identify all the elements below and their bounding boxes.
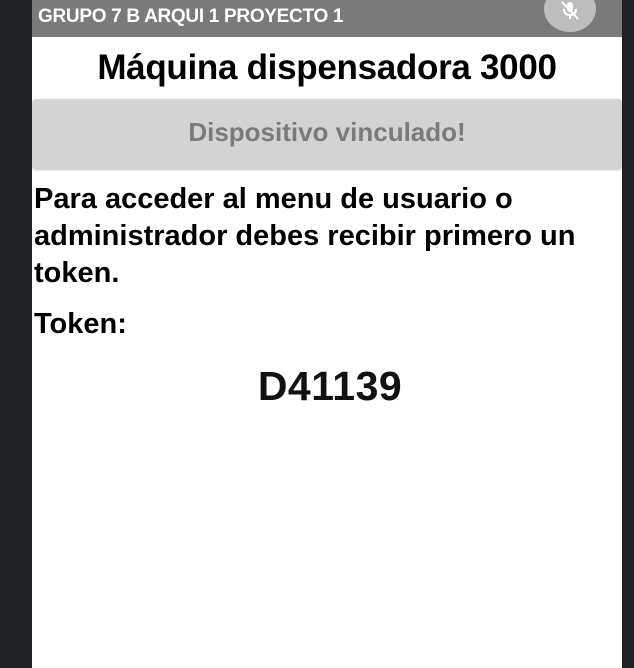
mic-toggle-button[interactable] <box>544 0 596 32</box>
device-frame: GRUPO 7 B ARQUI 1 PROYECTO 1 Máquina dis… <box>0 0 634 668</box>
title-bar: GRUPO 7 B ARQUI 1 PROYECTO 1 <box>32 0 622 37</box>
page-title: Máquina dispensadora 3000 <box>97 48 557 87</box>
device-linked-label: Dispositivo vinculado! <box>188 117 466 147</box>
token-label: Token: <box>34 308 127 340</box>
app-screen: GRUPO 7 B ARQUI 1 PROYECTO 1 Máquina dis… <box>32 0 622 668</box>
token-value: D41139 <box>257 363 403 409</box>
device-linked-button[interactable]: Dispositivo vinculado! <box>32 99 622 169</box>
window-title: GRUPO 7 B ARQUI 1 PROYECTO 1 <box>38 6 344 27</box>
instructions-text: Para acceder al menu de usuario o admini… <box>34 183 576 289</box>
